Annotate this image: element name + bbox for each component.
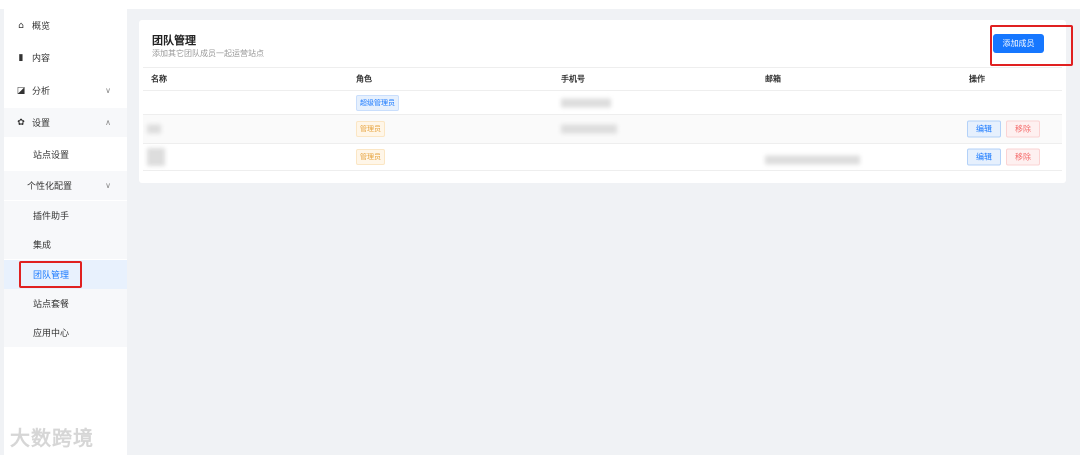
sidebar-item-overview[interactable]: ⌂ 概览 xyxy=(4,11,127,40)
table-row: 管理员 编辑 移除 xyxy=(143,114,1062,143)
redacted-phone xyxy=(561,124,617,134)
column-phone: 手机号 xyxy=(561,74,585,84)
column-actions: 操作 xyxy=(969,74,985,84)
edit-button[interactable]: 编辑 xyxy=(967,148,1001,166)
sidebar-item-personalization[interactable]: 个性化配置 ∨ xyxy=(4,171,127,200)
sidebar-item-integration[interactable]: 集成 xyxy=(4,230,127,259)
highlight-box xyxy=(19,261,82,288)
content-icon: ▮ xyxy=(18,52,24,63)
row-actions: 编辑 移除 xyxy=(967,148,1040,166)
sidebar-item-app-center[interactable]: 应用中心 xyxy=(4,318,127,347)
top-bar xyxy=(0,0,1080,9)
home-icon: ⌂ xyxy=(18,20,24,31)
sidebar: ⌂ 概览 ▮ 内容 ◪ 分析 ∨ ✿ 设置 ∧ 站点设置 个性化配置 ∨ 插件助手 集成 团队… xyxy=(4,9,127,455)
members-table: 名称 角色 手机号 邮箱 操作 超级管理员 管理员 编辑 移除 管理员 编辑 移除 xyxy=(143,67,1062,171)
page-subtitle: 添加其它团队成员一起运营站点 xyxy=(152,49,264,58)
redacted-name xyxy=(147,148,165,166)
table-row: 管理员 编辑 移除 xyxy=(143,143,1062,171)
highlight-box xyxy=(990,25,1073,66)
chevron-up-icon: ∧ xyxy=(105,118,111,127)
redacted-email xyxy=(765,155,860,165)
redacted-name xyxy=(147,124,161,134)
column-name: 名称 xyxy=(151,74,167,84)
chevron-down-icon: ∨ xyxy=(105,86,111,95)
sidebar-item-settings[interactable]: ✿ 设置 ∧ xyxy=(4,108,127,137)
sidebar-item-content[interactable]: ▮ 内容 xyxy=(4,43,127,72)
page-title: 团队管理 xyxy=(152,34,196,47)
edit-button[interactable]: 编辑 xyxy=(967,120,1001,138)
watermark-logo: 大数跨境 xyxy=(10,426,94,450)
chart-icon: ◪ xyxy=(16,85,26,96)
role-badge: 管理员 xyxy=(356,121,385,137)
remove-button[interactable]: 移除 xyxy=(1006,148,1040,166)
row-actions: 编辑 移除 xyxy=(967,120,1040,138)
column-email: 邮箱 xyxy=(765,74,781,84)
redacted-phone xyxy=(561,98,611,107)
sidebar-item-analytics[interactable]: ◪ 分析 ∨ xyxy=(4,76,127,105)
table-header: 名称 角色 手机号 邮箱 操作 xyxy=(143,67,1062,90)
role-badge: 管理员 xyxy=(356,149,385,165)
role-badge: 超级管理员 xyxy=(356,94,399,111)
table-row: 超级管理员 xyxy=(143,90,1062,114)
sidebar-item-site-plan[interactable]: 站点套餐 xyxy=(4,289,127,318)
chevron-down-icon: ∨ xyxy=(105,181,111,190)
column-role: 角色 xyxy=(356,74,372,84)
remove-button[interactable]: 移除 xyxy=(1006,120,1040,138)
gear-icon: ✿ xyxy=(17,117,25,128)
sidebar-item-site-settings[interactable]: 站点设置 xyxy=(4,140,127,169)
team-management-card: 团队管理 添加其它团队成员一起运营站点 添加成员 名称 角色 手机号 邮箱 操作… xyxy=(139,20,1066,183)
sidebar-item-plugin-assistant[interactable]: 插件助手 xyxy=(4,201,127,230)
